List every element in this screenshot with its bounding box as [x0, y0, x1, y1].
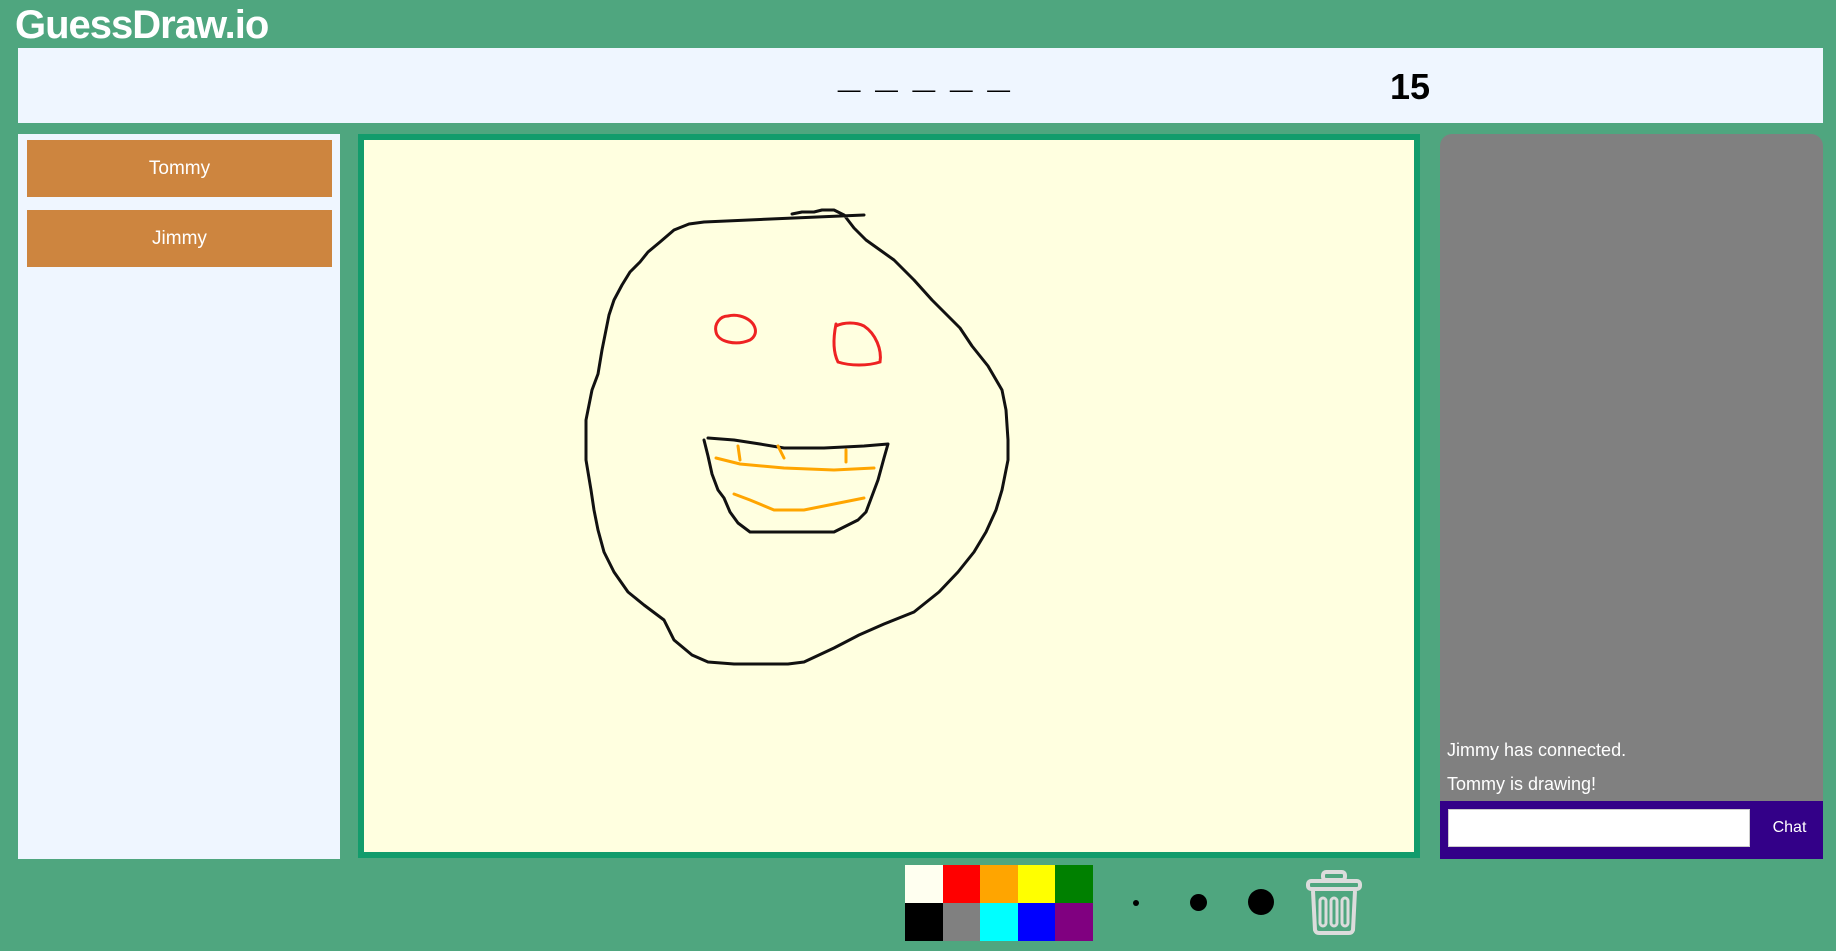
player-card-tommy[interactable]: Tommy — [27, 140, 332, 197]
swatch-purple[interactable] — [1055, 903, 1093, 941]
chat-panel: Jimmy has connected. Tommy is drawing! C… — [1440, 134, 1823, 859]
swatch-red[interactable] — [942, 865, 981, 903]
chat-input-bar: Chat — [1440, 801, 1823, 859]
player-list: Tommy Jimmy — [18, 134, 340, 859]
left-eye-stroke — [714, 313, 757, 345]
chat-input[interactable] — [1448, 809, 1750, 847]
swatch-green[interactable] — [1055, 865, 1093, 903]
chat-message: Jimmy has connected. — [1447, 740, 1627, 760]
face-outline-stroke — [584, 208, 1010, 666]
swatch-black[interactable] — [905, 903, 943, 941]
chat-send-button[interactable]: Chat — [1762, 809, 1817, 847]
teeth-bottom-stroke — [732, 492, 866, 512]
chat-message: Tommy is drawing! — [1447, 774, 1597, 794]
swatch-blue[interactable] — [1017, 903, 1056, 941]
word-hint: _ _ _ _ _ — [838, 52, 1012, 96]
drawing-strokes — [584, 208, 1010, 666]
swatch-orange[interactable] — [980, 865, 1018, 903]
brush-size-large[interactable] — [1248, 889, 1274, 915]
brush-size-medium[interactable] — [1190, 894, 1207, 911]
tooth-1-stroke — [736, 444, 742, 462]
swatch-yellow[interactable] — [1017, 865, 1056, 903]
swatch-white[interactable] — [905, 865, 943, 903]
trash-icon[interactable] — [1305, 870, 1363, 936]
drawing-canvas[interactable] — [358, 134, 1420, 858]
round-header: _ _ _ _ _ 15 — [18, 48, 1823, 123]
right-eye-stroke — [832, 321, 882, 367]
color-palette — [905, 865, 1093, 941]
mouth-outline-stroke — [702, 436, 890, 534]
brush-size-small[interactable] — [1133, 900, 1139, 906]
player-card-jimmy[interactable]: Jimmy — [27, 210, 332, 267]
swatch-gray[interactable] — [942, 903, 981, 941]
round-timer: 15 — [1390, 66, 1431, 107]
swatch-cyan[interactable] — [980, 903, 1018, 941]
app-logo: GuessDraw.io — [15, 3, 269, 47]
